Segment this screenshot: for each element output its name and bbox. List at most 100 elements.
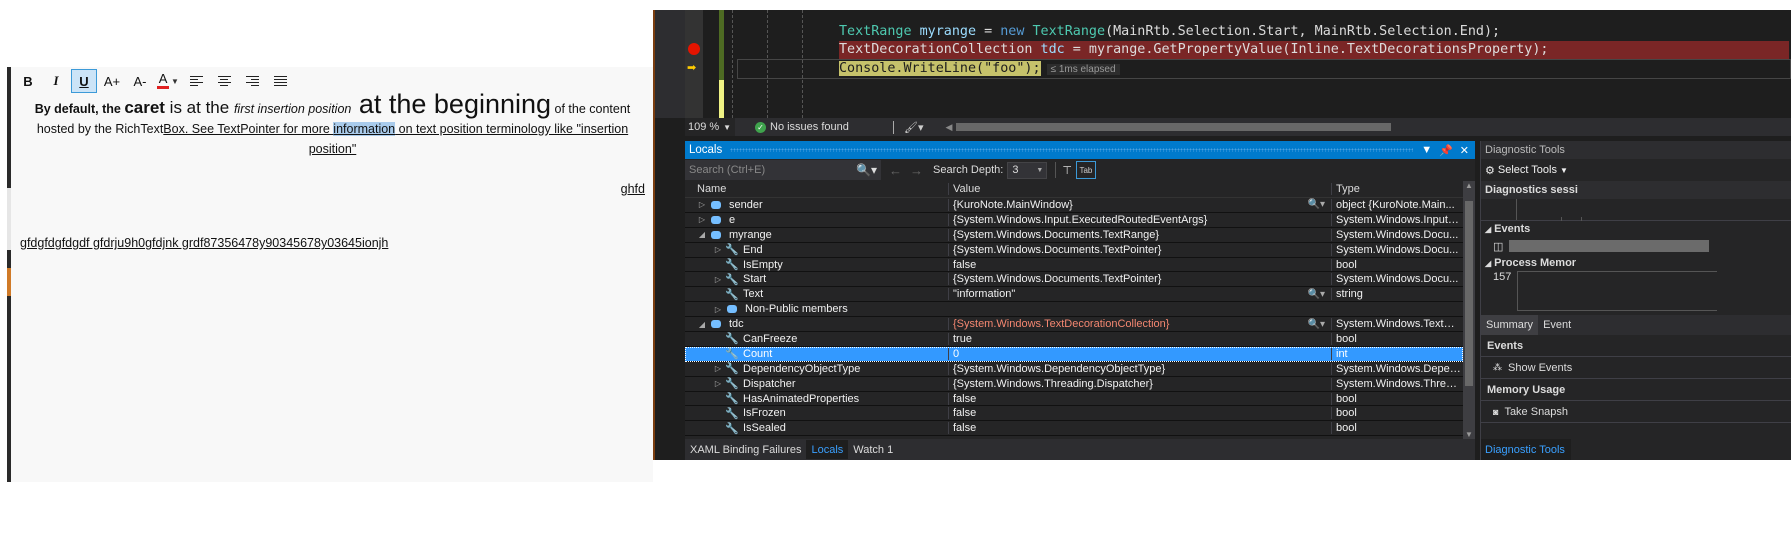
row-value-cell[interactable]: {System.Windows.DependencyObjectType} bbox=[948, 362, 1331, 375]
locals-row[interactable]: ◢ tdc {System.Windows.TextDecorationCollec… bbox=[685, 317, 1463, 333]
tab-watch-1[interactable]: Watch 1 bbox=[848, 440, 898, 459]
expanded-arrow-icon[interactable]: ◢ bbox=[697, 320, 707, 329]
expand-arrow-icon[interactable]: ▷ bbox=[713, 275, 723, 284]
scroll-down-icon[interactable]: ▼ bbox=[1463, 430, 1475, 439]
locals-row[interactable]: 🔧 IsFrozen false bool bbox=[685, 406, 1463, 422]
row-value-cell[interactable]: {System.Windows.Threading.Dispatcher} bbox=[948, 377, 1331, 390]
locals-search-input[interactable]: Search (Ctrl+E) 🔍▾ bbox=[685, 160, 881, 180]
document-paragraph-right-aligned[interactable]: ghfd bbox=[621, 182, 645, 196]
row-value-cell[interactable]: {System.Windows.Documents.TextPointer} bbox=[948, 273, 1331, 286]
tab-diagnostic-tools[interactable]: Diagnostic Tools bbox=[1481, 439, 1571, 460]
row-value-cell[interactable]: false bbox=[948, 407, 1331, 420]
underline-button[interactable]: U bbox=[71, 69, 97, 93]
locals-row[interactable]: ▷ 🔧 End {System.Windows.Documents.TextPoint… bbox=[685, 242, 1463, 258]
expand-arrow-icon[interactable]: ▷ bbox=[713, 364, 723, 373]
pause-icon[interactable]: ◫ bbox=[1493, 240, 1503, 253]
locals-row[interactable]: 🔧 CanFreeze true bool bbox=[685, 332, 1463, 347]
row-value-cell[interactable]: {System.Windows.TextDecorationCollection… bbox=[948, 318, 1331, 331]
locals-row[interactable]: ▷ Non-Public members bbox=[685, 302, 1463, 318]
expand-arrow-icon[interactable]: ▷ bbox=[697, 200, 707, 209]
row-value-cell[interactable]: 0 bbox=[948, 347, 1331, 360]
document-paragraph[interactable]: By default, the caret is at the first in… bbox=[20, 91, 645, 159]
scroll-up-icon[interactable]: ▲ bbox=[1463, 181, 1475, 190]
tab-events[interactable]: Event bbox=[1538, 315, 1576, 335]
justify-button[interactable] bbox=[267, 69, 293, 93]
show-events-button[interactable]: ⁂ Show Events bbox=[1481, 357, 1791, 379]
diagnostic-tools-title[interactable]: Diagnostic Tools bbox=[1481, 141, 1791, 159]
expanded-arrow-icon[interactable]: ◢ bbox=[697, 230, 707, 239]
row-value-cell[interactable]: {System.Windows.Documents.TextPointer} bbox=[948, 243, 1331, 256]
scrollbar-thumb[interactable] bbox=[1465, 201, 1473, 386]
process-memory-section-header[interactable]: ◢ Process Memor bbox=[1481, 255, 1791, 271]
row-value-cell[interactable]: {KuroNote.MainWindow} 🔍▾ bbox=[948, 198, 1331, 211]
events-section-header[interactable]: ◢ Events bbox=[1481, 221, 1791, 237]
search-back-icon[interactable]: ← bbox=[889, 163, 902, 178]
locals-title-bar[interactable]: Locals ▼ 📌 ✕ bbox=[685, 141, 1475, 159]
locals-row[interactable]: 🔧 IsEmpty false bool bbox=[685, 257, 1463, 273]
issues-indicator[interactable]: ✓ No issues found bbox=[755, 121, 893, 133]
expand-arrow-icon[interactable]: ▷ bbox=[697, 215, 707, 224]
close-icon[interactable]: ✕ bbox=[1460, 144, 1469, 157]
select-tools-button[interactable]: ⚙ Select Tools ▼ bbox=[1481, 159, 1791, 181]
increase-font-button[interactable]: A+ bbox=[99, 69, 125, 93]
zoom-dropdown[interactable]: 109 % ▼ bbox=[685, 118, 735, 136]
hex-display-toggle[interactable]: Tab bbox=[1075, 161, 1096, 179]
code-editor[interactable]: ➡ TextRange myrange = new TextRange(Main… bbox=[655, 10, 1791, 118]
search-icon[interactable]: 🔍▾ bbox=[856, 163, 877, 177]
tab-locals[interactable]: Locals bbox=[806, 440, 849, 459]
pin-members-icon[interactable]: ⊤ bbox=[1062, 164, 1072, 177]
column-header-value[interactable]: Value bbox=[948, 183, 1331, 195]
locals-row[interactable]: 🔧 HasAnimatedProperties false bool bbox=[685, 391, 1463, 407]
locals-row[interactable]: ▷ 🔧 Dispatcher {System.Windows.Threading.Di… bbox=[685, 376, 1463, 392]
window-menu-icon[interactable]: ▼ bbox=[1421, 144, 1432, 157]
locals-row[interactable]: ◢ myrange {System.Windows.Documents.TextRa… bbox=[685, 227, 1463, 243]
align-left-button[interactable] bbox=[183, 69, 209, 93]
visualizer-magnifier-icon[interactable]: 🔍▾ bbox=[1308, 199, 1325, 210]
row-value-cell[interactable]: "information" 🔍▾ bbox=[948, 288, 1331, 301]
code-cleanup-icon[interactable]: 🖌▾ bbox=[904, 121, 924, 134]
align-center-button[interactable] bbox=[211, 69, 237, 93]
row-value-cell[interactable]: true bbox=[948, 332, 1331, 345]
font-color-button[interactable]: A ▼ bbox=[155, 69, 181, 93]
diagnostics-timeline[interactable] bbox=[1481, 199, 1791, 221]
align-right-button[interactable] bbox=[239, 69, 265, 93]
perf-tip[interactable]: ≤ 1ms elapsed bbox=[1046, 64, 1120, 75]
search-forward-icon[interactable]: → bbox=[910, 163, 923, 178]
horizontal-scrollbar[interactable] bbox=[956, 123, 1392, 131]
scroll-left-icon[interactable]: ◀ bbox=[946, 122, 953, 133]
locals-row[interactable]: ▷ sender {KuroNote.MainWindow} 🔍▾ object {Ku… bbox=[685, 198, 1463, 213]
locals-row[interactable]: ▷ 🔧 DependencyObjectType {System.Windows.De… bbox=[685, 361, 1463, 377]
visualizer-magnifier-icon[interactable]: 🔍▾ bbox=[1308, 289, 1325, 300]
expand-arrow-icon[interactable]: ▷ bbox=[713, 305, 723, 314]
variable-type: bool bbox=[1331, 407, 1461, 420]
locals-row[interactable]: ▷ e {System.Windows.Input.ExecutedRoutedEv… bbox=[685, 212, 1463, 228]
locals-row[interactable]: ▷ 🔧 Start {System.Windows.Documents.TextPoi… bbox=[685, 272, 1463, 288]
row-value-cell[interactable]: false bbox=[948, 392, 1331, 405]
expand-arrow-icon[interactable]: ▷ bbox=[713, 245, 723, 254]
row-value-cell[interactable]: false bbox=[948, 422, 1331, 435]
document-paragraph[interactable]: gfdgfdgfdgdf gfdrju9h0gfdjnk grdf8735647… bbox=[20, 236, 388, 250]
visualizer-magnifier-icon[interactable]: 🔍▾ bbox=[1308, 319, 1325, 330]
expand-arrow-icon[interactable]: ▷ bbox=[713, 379, 723, 388]
take-snapshot-button[interactable]: ◙ Take Snapsh bbox=[1481, 401, 1791, 423]
current-statement-arrow-icon[interactable]: ➡ bbox=[687, 63, 696, 74]
pin-icon[interactable]: 📌 bbox=[1439, 144, 1453, 157]
locals-row[interactable]: 🔧 IsSealed false bool bbox=[685, 421, 1463, 437]
row-value-cell[interactable]: {System.Windows.Documents.TextRange} bbox=[948, 228, 1331, 241]
column-header-name[interactable]: Name bbox=[685, 183, 948, 195]
decrease-font-button[interactable]: A- bbox=[127, 69, 153, 93]
row-value-cell[interactable]: {System.Windows.Input.ExecutedRoutedEven… bbox=[948, 213, 1331, 226]
row-value-cell[interactable]: false bbox=[948, 258, 1331, 271]
bold-button[interactable]: B bbox=[15, 69, 41, 93]
italic-button[interactable]: I bbox=[43, 69, 69, 93]
locals-row[interactable]: 🔧 Count 0 int bbox=[685, 346, 1463, 362]
selected-text[interactable]: information bbox=[333, 122, 396, 136]
search-depth-dropdown[interactable]: 3 ▼ bbox=[1007, 161, 1048, 179]
tab-summary[interactable]: Summary bbox=[1481, 315, 1539, 335]
text-run: hosted by the RichText bbox=[36, 122, 164, 136]
tab-xaml-binding-failures[interactable]: XAML Binding Failures bbox=[685, 440, 806, 459]
locals-row[interactable]: 🔧 Text "information" 🔍▾ string bbox=[685, 287, 1463, 303]
breakpoint-icon[interactable] bbox=[688, 43, 700, 55]
column-header-type[interactable]: Type bbox=[1331, 183, 1461, 195]
vertical-scrollbar[interactable]: ▲ ▼ bbox=[1463, 181, 1475, 439]
